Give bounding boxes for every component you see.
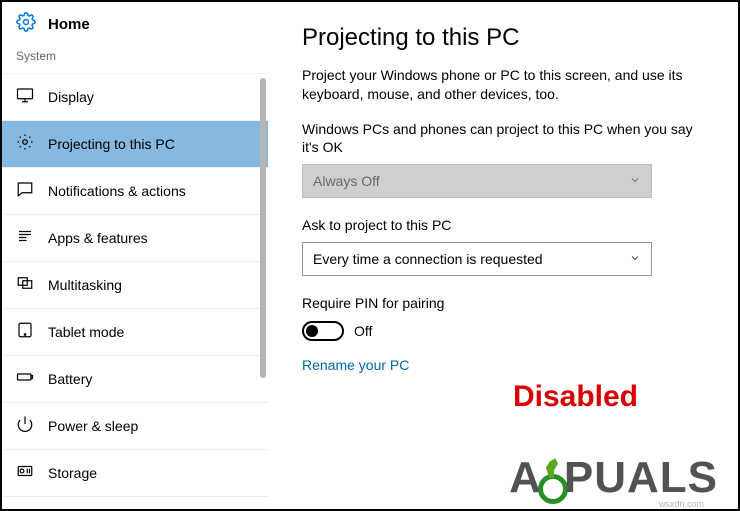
sidebar-item-projecting[interactable]: Projecting to this PC bbox=[2, 121, 268, 167]
notifications-icon bbox=[16, 180, 34, 201]
toggle-state-label: Off bbox=[354, 323, 372, 339]
storage-icon bbox=[16, 462, 34, 483]
sidebar-item-label: Multitasking bbox=[48, 277, 122, 293]
sidebar-item-display[interactable]: Display bbox=[2, 74, 268, 120]
dropdown-value: Every time a connection is requested bbox=[313, 251, 543, 267]
brand-right: PUALS bbox=[564, 453, 718, 503]
apps-icon bbox=[16, 227, 34, 248]
require-pin-label: Require PIN for pairing bbox=[302, 294, 710, 312]
sidebar-item-storage[interactable]: Storage bbox=[2, 450, 268, 496]
sidebar-item-label: Apps & features bbox=[48, 230, 148, 246]
gear-icon bbox=[16, 12, 36, 37]
project-icon bbox=[16, 133, 34, 154]
sidebar-item-label: Battery bbox=[48, 371, 92, 387]
sidebar-scroll: Display Projecting to this PC Notificati… bbox=[2, 73, 268, 509]
display-icon bbox=[16, 86, 34, 107]
home-label: Home bbox=[48, 16, 90, 33]
sidebar-item-label: Storage bbox=[48, 465, 97, 481]
rename-pc-link[interactable]: Rename your PC bbox=[302, 357, 710, 373]
watermark: wsxdn.com bbox=[659, 499, 704, 509]
sidebar-item-label: Display bbox=[48, 89, 94, 105]
project-permission-label: Windows PCs and phones can project to th… bbox=[302, 120, 710, 156]
tablet-icon bbox=[16, 321, 34, 342]
sidebar-item-multitasking[interactable]: Multitasking bbox=[2, 262, 268, 308]
disabled-overlay-text: Disabled bbox=[513, 380, 638, 414]
require-pin-toggle[interactable] bbox=[302, 321, 344, 341]
sidebar-item-apps[interactable]: Apps & features bbox=[2, 215, 268, 261]
project-permission-dropdown[interactable]: Always Off bbox=[302, 164, 652, 198]
main-content: Projecting to this PC Project your Windo… bbox=[268, 2, 738, 509]
dropdown-value: Always Off bbox=[313, 173, 380, 189]
ask-project-dropdown[interactable]: Every time a connection is requested bbox=[302, 242, 652, 276]
sidebar-item-label: Power & sleep bbox=[48, 418, 138, 434]
page-title: Projecting to this PC bbox=[302, 24, 710, 52]
scrollbar-thumb[interactable] bbox=[260, 78, 266, 378]
multitasking-icon bbox=[16, 274, 34, 295]
chevron-down-icon bbox=[629, 173, 641, 189]
sidebar-item-label: Projecting to this PC bbox=[48, 136, 175, 152]
sidebar-item-battery[interactable]: Battery bbox=[2, 356, 268, 402]
chevron-down-icon bbox=[629, 251, 641, 267]
sidebar-item-tablet[interactable]: Tablet mode bbox=[2, 309, 268, 355]
brand-logo: A PUALS bbox=[509, 453, 718, 503]
sidebar-item-notifications[interactable]: Notifications & actions bbox=[2, 168, 268, 214]
sidebar-item-label: Tablet mode bbox=[48, 324, 124, 340]
battery-icon bbox=[16, 368, 34, 389]
power-icon bbox=[16, 415, 34, 436]
sidebar: Home System Display Projecting to this P… bbox=[2, 2, 268, 509]
sidebar-item-label: Notifications & actions bbox=[48, 183, 186, 199]
section-label: System bbox=[2, 43, 268, 73]
sidebar-item-power[interactable]: Power & sleep bbox=[2, 403, 268, 449]
sidebar-item-maps[interactable]: Offline maps bbox=[2, 497, 268, 509]
nav-list: Display Projecting to this PC Notificati… bbox=[2, 74, 268, 509]
ask-project-label: Ask to project to this PC bbox=[302, 216, 710, 234]
home-link[interactable]: Home bbox=[2, 2, 268, 43]
page-description: Project your Windows phone or PC to this… bbox=[302, 66, 710, 104]
